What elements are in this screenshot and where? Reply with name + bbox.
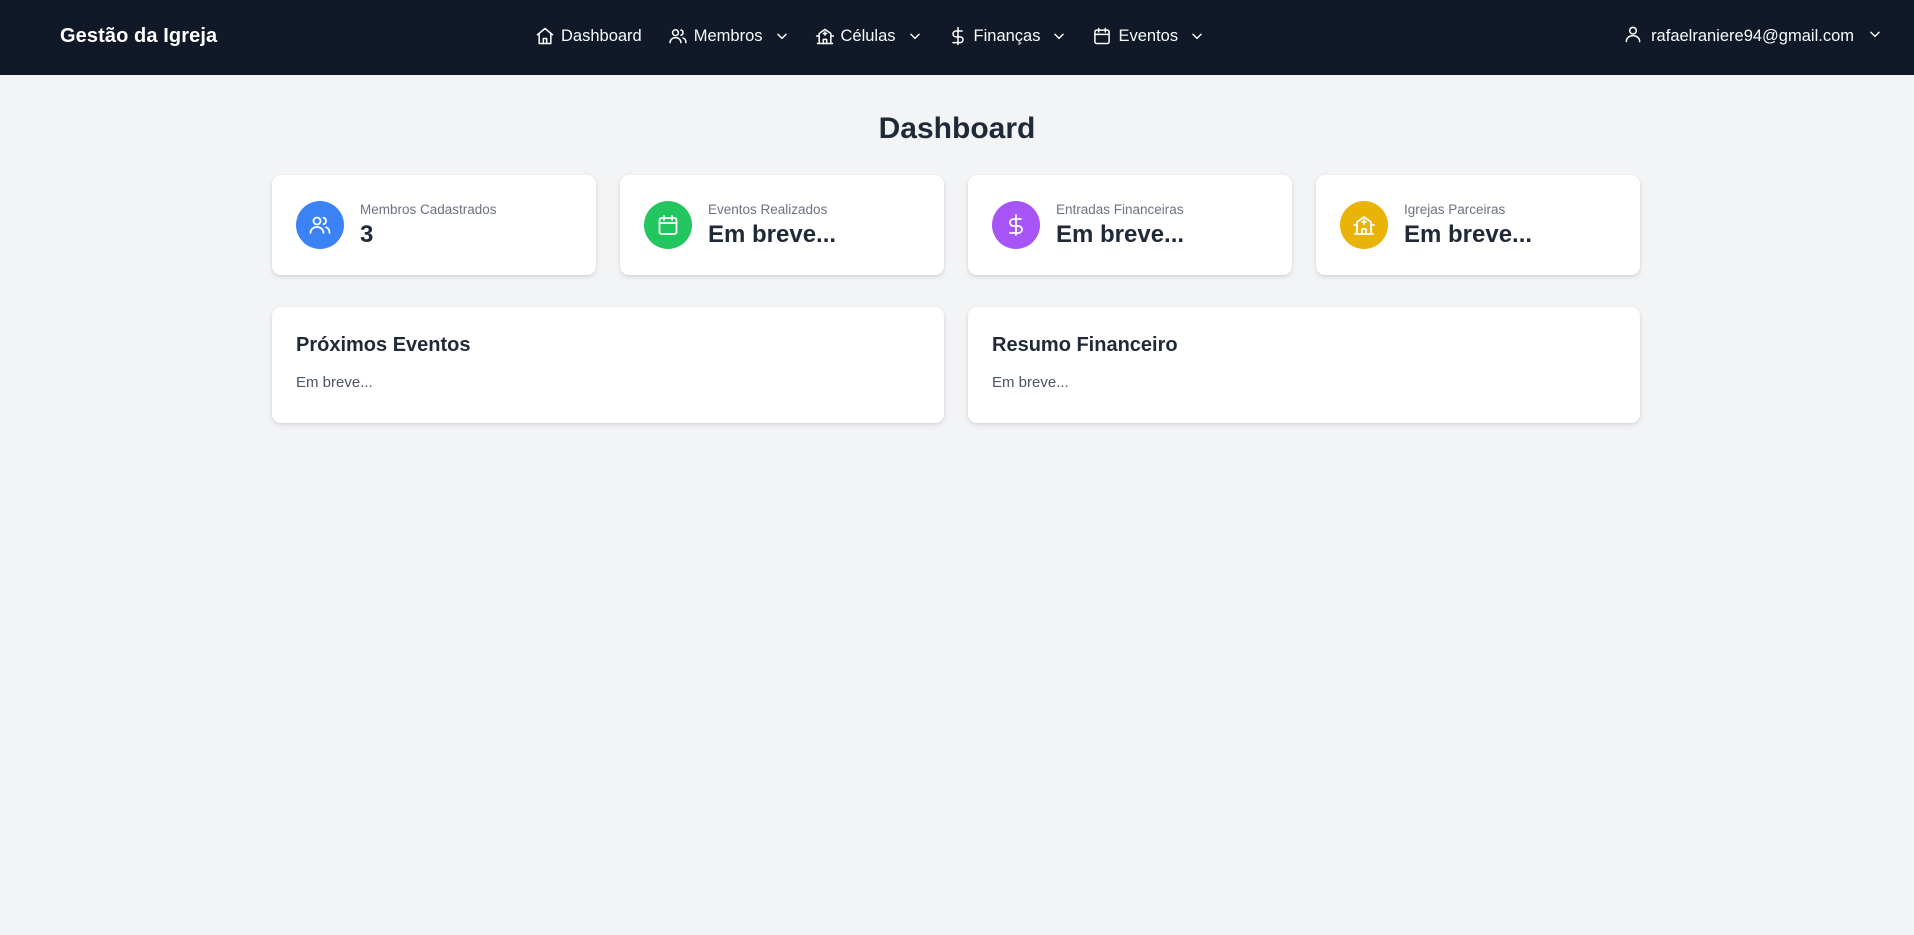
stat-value: Em breve... — [1056, 220, 1185, 248]
calendar-icon — [644, 201, 692, 249]
panel-title: Resumo Financeiro — [992, 334, 1178, 356]
stat-value: 3 — [360, 220, 374, 248]
stat-label: Igrejas Parceiras — [1404, 201, 1506, 217]
nav-membros[interactable]: Membros — [668, 26, 789, 46]
panel-resumo-financeiro: Resumo Financeiro Em breve... — [968, 307, 1640, 423]
stat-card-igrejas: Igrejas Parceiras Em breve... — [1316, 175, 1640, 275]
stat-card-eventos: Eventos Realizados Em breve... — [620, 175, 944, 275]
stat-card-financas: Entradas Financeiras Em breve... — [968, 175, 1292, 275]
building-icon — [1340, 201, 1388, 249]
nav-dashboard[interactable]: Dashboard — [535, 26, 642, 46]
chevron-down-icon — [775, 29, 789, 43]
user-menu[interactable]: rafaelraniere94@gmail.com — [1623, 0, 1882, 72]
nav-eventos[interactable]: Eventos — [1092, 26, 1204, 46]
users-icon — [668, 26, 688, 46]
panels-row: Próximos Eventos Em breve... Resumo Fina… — [272, 307, 1640, 423]
stat-value: Em breve... — [708, 220, 837, 248]
top-navbar: Gestão da Igreja Dashboard Membros Célul… — [0, 0, 1914, 75]
home-icon — [535, 26, 555, 46]
nav-eventos-label: Eventos — [1118, 26, 1179, 45]
chevron-down-icon — [1052, 29, 1066, 43]
user-email: rafaelraniere94@gmail.com — [1651, 26, 1854, 45]
stat-label: Eventos Realizados — [708, 201, 828, 217]
nav-financas[interactable]: Finanças — [948, 26, 1067, 46]
chevron-down-icon — [1868, 27, 1882, 46]
main-content: Dashboard Membros Cadastrados 3 Eventos … — [0, 75, 1914, 423]
chevron-down-icon — [908, 29, 922, 43]
dollar-icon — [948, 26, 968, 46]
stats-row: Membros Cadastrados 3 Eventos Realizados… — [272, 175, 1640, 275]
dollar-icon — [992, 201, 1040, 249]
panel-text: Em breve... — [992, 374, 1069, 391]
stat-label: Entradas Financeiras — [1056, 201, 1184, 217]
users-icon — [296, 201, 344, 249]
nav-financas-label: Finanças — [973, 26, 1041, 45]
stat-card-membros: Membros Cadastrados 3 — [272, 175, 596, 275]
stat-label: Membros Cadastrados — [360, 201, 497, 217]
panel-title: Próximos Eventos — [296, 334, 471, 356]
chevron-down-icon — [1190, 29, 1204, 43]
nav-celulas[interactable]: Células — [815, 26, 922, 46]
nav-dashboard-label: Dashboard — [561, 26, 642, 45]
calendar-icon — [1092, 26, 1112, 46]
nav-membros-label: Membros — [693, 26, 763, 45]
panel-proximos-eventos: Próximos Eventos Em breve... — [272, 307, 944, 423]
brand-title[interactable]: Gestão da Igreja — [60, 0, 217, 72]
page-title: Dashboard — [878, 112, 1036, 145]
stat-value: Em breve... — [1404, 220, 1533, 248]
nav-celulas-label: Células — [840, 26, 896, 45]
building-icon — [815, 26, 835, 46]
user-icon — [1623, 24, 1643, 49]
panel-text: Em breve... — [296, 374, 373, 391]
main-nav: Dashboard Membros Células Finanças Event… — [535, 0, 1204, 72]
